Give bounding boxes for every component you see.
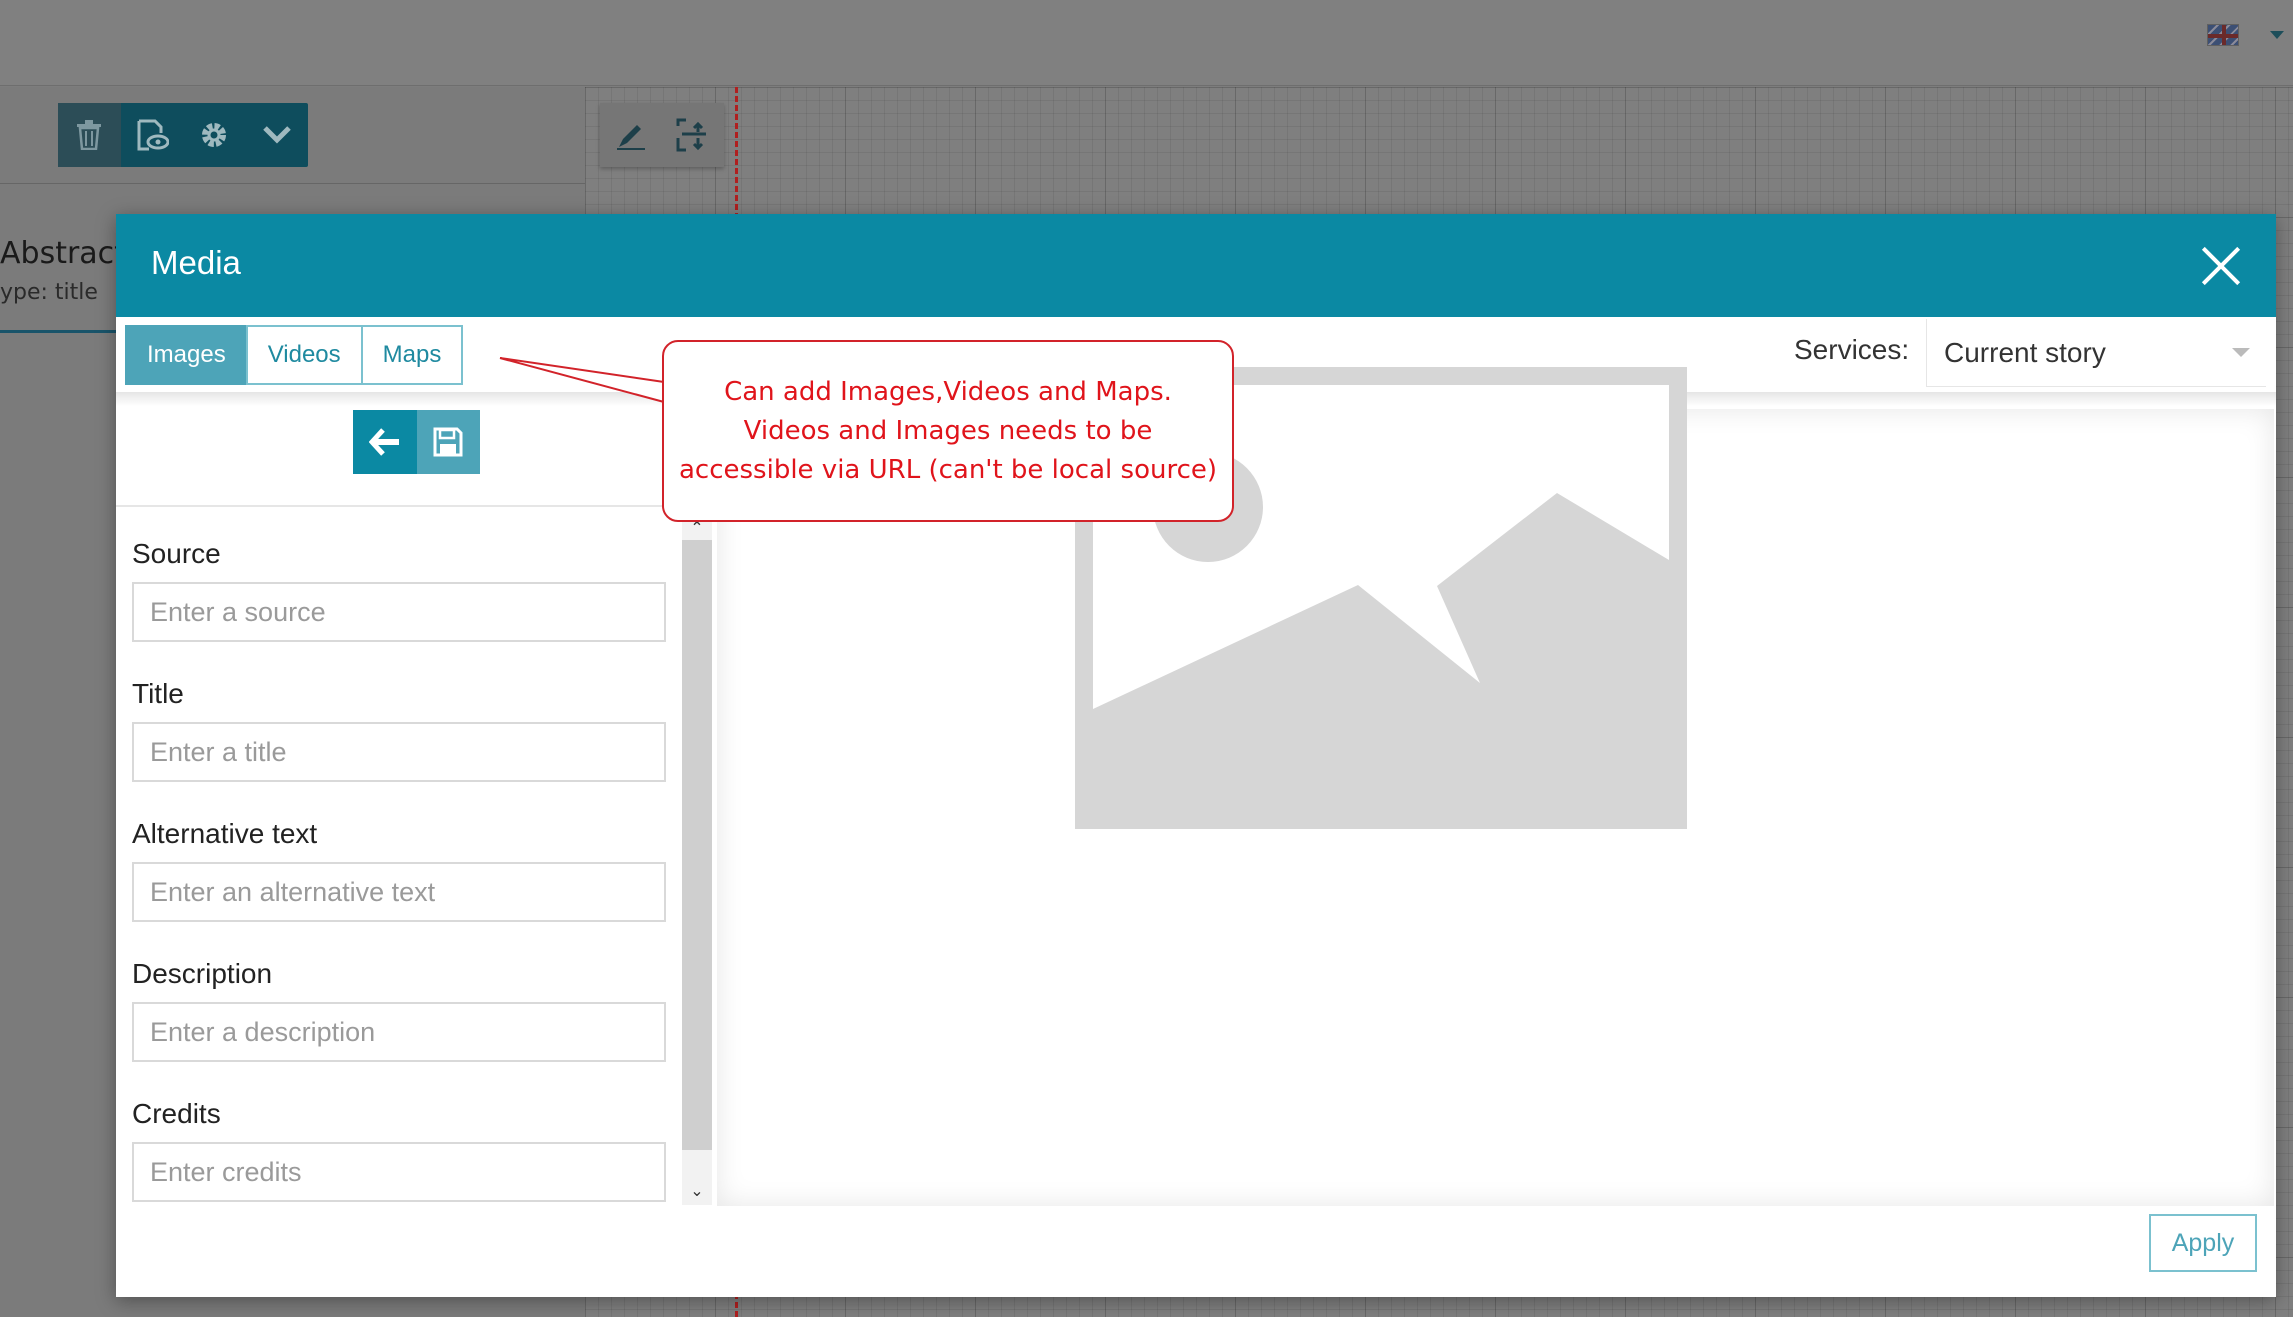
panel-divider	[0, 183, 585, 184]
alt-text-label: Alternative text	[132, 818, 318, 849]
tab-videos[interactable]: Videos	[245, 325, 363, 385]
tab-maps[interactable]: Maps	[360, 325, 464, 385]
apply-button[interactable]: Apply	[2149, 1214, 2257, 1272]
form-scrollbar[interactable]: ⌃ ⌄	[682, 520, 712, 1205]
annotation-callout: Can add Images,Videos and Maps. Videos a…	[662, 340, 1234, 522]
chevron-down-icon[interactable]	[246, 103, 309, 167]
alt-text-input[interactable]	[132, 862, 666, 922]
preview-icon[interactable]	[121, 103, 184, 167]
credits-label: Credits	[132, 1098, 221, 1129]
title-input[interactable]	[132, 722, 666, 782]
scroll-thumb[interactable]	[682, 540, 712, 1150]
description-label: Description	[132, 958, 273, 989]
credits-input[interactable]	[132, 1142, 666, 1202]
scroll-down-icon[interactable]: ⌄	[689, 1183, 705, 1199]
media-type-tabs: Images Videos Maps	[125, 325, 464, 385]
abstract-block-title: Abstract	[0, 236, 126, 271]
services-selected-value: Current story	[1944, 336, 2106, 368]
services-label: Services:	[1794, 334, 1910, 365]
chevron-down-icon	[2232, 348, 2250, 357]
services-dropdown[interactable]: Current story	[1926, 319, 2266, 387]
snap-grid-icon[interactable]	[662, 103, 724, 167]
language-caret-icon[interactable]	[2270, 31, 2284, 39]
form-actions	[353, 410, 480, 474]
pencil-icon[interactable]	[600, 103, 662, 167]
floppy-disk-icon	[433, 427, 463, 457]
scroll-up-icon[interactable]: ⌃	[689, 520, 705, 536]
annotation-text: Can add Images,Videos and Maps. Videos a…	[678, 376, 1218, 485]
back-button[interactable]	[353, 410, 417, 474]
uk-flag-icon[interactable]	[2207, 24, 2239, 46]
description-input[interactable]	[132, 1002, 666, 1062]
save-button[interactable]	[416, 410, 480, 474]
edit-toolbar	[600, 103, 724, 167]
abstract-block-type: ype: title	[0, 280, 98, 305]
arrow-left-icon	[368, 428, 399, 456]
dialog-title: Media	[151, 244, 241, 281]
block-toolbar	[58, 103, 308, 167]
close-icon[interactable]	[2202, 247, 2240, 285]
top-bar	[0, 0, 2293, 86]
source-input[interactable]	[132, 582, 666, 642]
tab-images[interactable]: Images	[125, 325, 248, 385]
gear-icon[interactable]	[183, 103, 246, 167]
title-label: Title	[132, 678, 184, 709]
source-label: Source	[132, 538, 221, 569]
form-divider	[116, 505, 676, 507]
dialog-header: Media	[116, 214, 2276, 317]
trash-icon[interactable]	[58, 103, 121, 167]
